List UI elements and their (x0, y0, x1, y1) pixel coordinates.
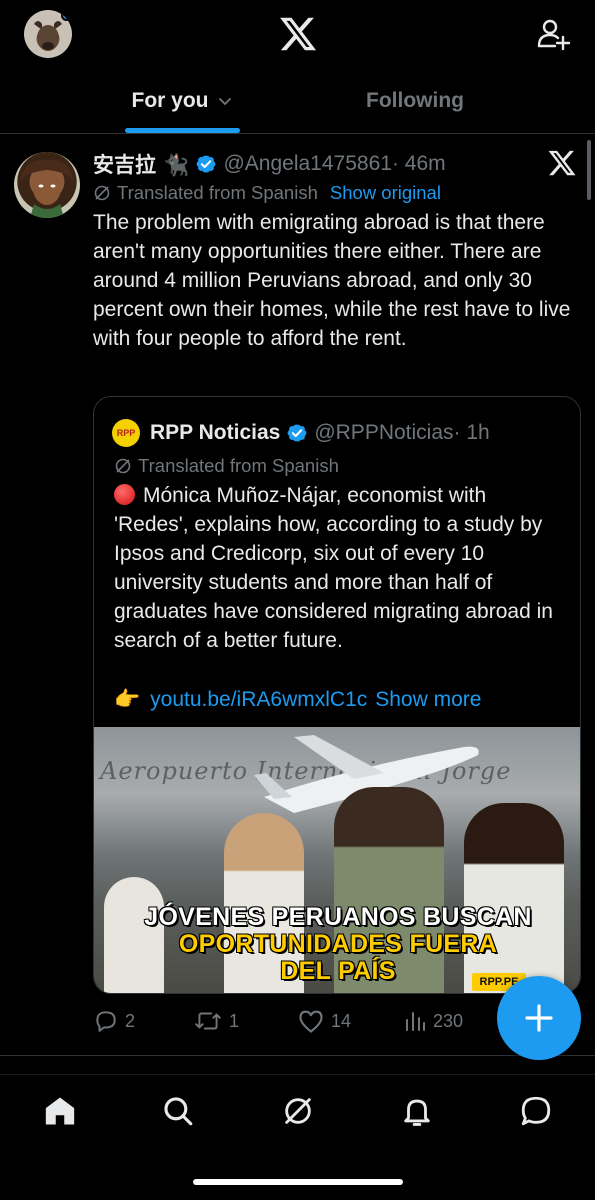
quote-author-name[interactable]: RPP Noticias (150, 421, 280, 445)
nav-messages[interactable] (516, 1091, 556, 1131)
nav-search[interactable] (158, 1091, 198, 1131)
translated-label: Translated from Spanish (117, 182, 318, 203)
post-author-name[interactable]: 安吉拉 🐈‍⬛ (93, 149, 189, 179)
author-avatar-art-icon (20, 159, 74, 218)
pointing-hand-icon: 👉 (114, 688, 141, 711)
tab-following[interactable]: Following (315, 68, 515, 134)
post-author-avatar[interactable] (14, 152, 80, 218)
nav-home[interactable] (40, 1091, 80, 1131)
nav-grok[interactable] (278, 1091, 318, 1131)
translate-icon (115, 458, 131, 474)
repost-icon (195, 1012, 221, 1030)
quote-translation-note: Translated from Spanish (114, 453, 339, 479)
x-logo-icon[interactable] (278, 14, 318, 54)
views-icon (406, 1012, 425, 1031)
compose-plus-icon (525, 1004, 553, 1032)
add-user-icon[interactable] (535, 16, 571, 52)
red-circle-icon (114, 484, 135, 505)
nav-notifications[interactable] (397, 1091, 437, 1131)
repost-count: 1 (229, 1010, 240, 1031)
post-actions: 2 1 14 230 (93, 1004, 563, 1038)
active-tab-indicator (125, 128, 240, 133)
post-header: 安吉拉 🐈‍⬛ @Angela1475861 · 46m (93, 148, 446, 180)
reply-count: 2 (125, 1010, 136, 1031)
quote-translated-label: Translated from Spanish (138, 455, 339, 476)
verified-badge-icon (197, 155, 216, 173)
search-icon (164, 1097, 193, 1126)
quote-body-text: Mónica Muñoz-Nájar, economist with 'Rede… (114, 484, 553, 652)
post-body-text: The problem with emigrating abroad is th… (93, 211, 571, 350)
quote-timestamp[interactable]: · 1h (454, 421, 490, 445)
quote-author-handle[interactable]: @RPPNoticias (314, 421, 453, 445)
repost-button[interactable]: 1 (193, 1004, 239, 1038)
notifications-icon (404, 1099, 430, 1126)
youtube-link[interactable]: youtu.be/iRA6wmxlC1c (150, 688, 367, 712)
tab-for-you-label: For you (131, 89, 209, 112)
translation-note: Translated from Spanish Show original (93, 180, 441, 206)
tab-for-you[interactable]: For you (82, 68, 282, 134)
like-button[interactable]: 14 (297, 1004, 351, 1038)
notification-dot (61, 10, 72, 21)
reply-icon (96, 1011, 116, 1032)
messages-icon (521, 1096, 551, 1126)
translate-icon (94, 185, 110, 201)
views-button[interactable]: 230 (403, 1004, 463, 1038)
quote-author-avatar[interactable]: RPP (112, 419, 140, 447)
quote-header: RPP Noticias @RPPNoticias · 1h (150, 417, 490, 449)
media-title-line1: JÓVENES PERUANOS BUSCAN (144, 903, 532, 931)
bottom-navigation (0, 1074, 595, 1200)
like-icon (299, 1010, 323, 1033)
post-author-handle[interactable]: @Angela1475861 (223, 152, 391, 176)
post[interactable]: 安吉拉 🐈‍⬛ @Angela1475861 · 46m Translated … (0, 134, 595, 1054)
tab-following-label: Following (366, 89, 464, 112)
chevron-down-icon (218, 98, 231, 106)
reply-button[interactable]: 2 (93, 1004, 135, 1038)
account-avatar[interactable] (24, 10, 72, 58)
home-icon (45, 1097, 75, 1125)
quote-media-image[interactable]: Aeropuerto Internacional Jorge JÓVENES P… (94, 727, 580, 993)
top-header: For you Following (0, 0, 595, 134)
show-more-link[interactable]: Show more (375, 688, 481, 712)
grok-icon (285, 1098, 311, 1124)
quoted-post[interactable]: RPP RPP Noticias @RPPNoticias · 1h Trans… (93, 396, 581, 994)
quote-link-line: 👉 youtu.be/iRA6wmxlC1c Show more (114, 685, 481, 715)
timeline-tabs: For you Following (0, 68, 595, 134)
post-divider (0, 1055, 595, 1056)
show-original-link[interactable]: Show original (330, 182, 441, 204)
compose-button[interactable] (497, 976, 581, 1060)
like-count: 14 (331, 1010, 352, 1031)
post-timestamp[interactable]: · 46m (392, 152, 446, 176)
x-logo-icon[interactable] (547, 148, 577, 178)
quote-body: Mónica Muñoz-Nájar, economist with 'Rede… (114, 481, 564, 655)
media-title-line2: OPORTUNIDADES FUERA (178, 930, 498, 958)
home-indicator[interactable] (193, 1179, 403, 1185)
views-count: 230 (433, 1010, 464, 1031)
verified-badge-icon (287, 424, 307, 442)
